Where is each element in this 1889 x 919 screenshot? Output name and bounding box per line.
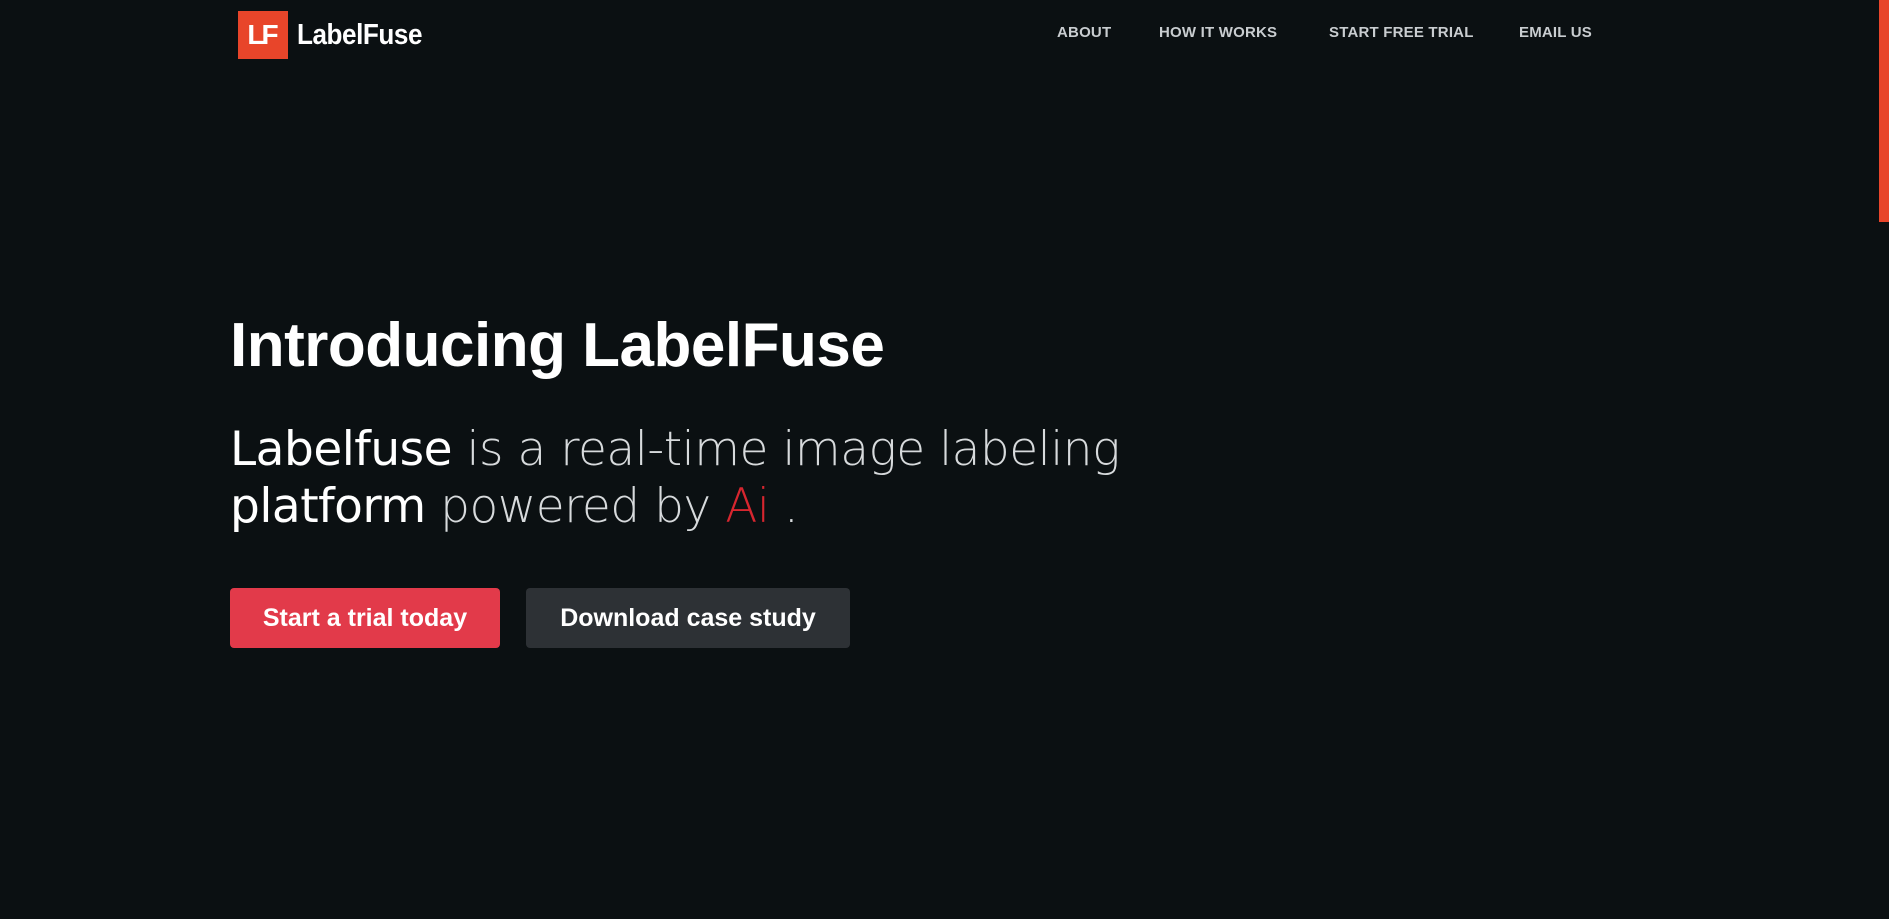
brand-logo-icon: LF: [238, 11, 288, 59]
start-trial-button[interactable]: Start a trial today: [230, 588, 500, 648]
brand-name: LabelFuse: [297, 18, 423, 51]
nav-link-how-it-works[interactable]: HOW IT WORKS: [1159, 24, 1277, 41]
hero-subtitle-text-2: powered by: [425, 479, 726, 534]
hero-subtitle-period: .: [769, 479, 799, 534]
nav-link-email-us[interactable]: EMAIL US: [1519, 24, 1592, 41]
landing-page: LF LabelFuse ABOUT HOW IT WORKS START FR…: [0, 0, 1889, 919]
nav-link-start-free-trial[interactable]: START FREE TRIAL: [1329, 24, 1474, 41]
nav-link-about[interactable]: ABOUT: [1057, 24, 1111, 41]
hero-subtitle-text-1: is a real-time image labeling: [452, 422, 1120, 477]
download-case-study-button[interactable]: Download case study: [526, 588, 850, 648]
scrollbar-thumb[interactable]: [1879, 0, 1889, 222]
brand-logo-link[interactable]: LF LabelFuse: [238, 11, 436, 59]
hero-subtitle-ai: Ai: [725, 479, 770, 534]
hero-subtitle-brand: Labelfuse: [230, 422, 453, 477]
page-scrollbar[interactable]: [1879, 0, 1889, 919]
hero-subtitle-platform: platform: [230, 479, 426, 534]
hero-subtitle: Labelfuse is a real-time image labeling …: [230, 421, 1130, 535]
hero-title: Introducing LabelFuse: [230, 311, 885, 380]
